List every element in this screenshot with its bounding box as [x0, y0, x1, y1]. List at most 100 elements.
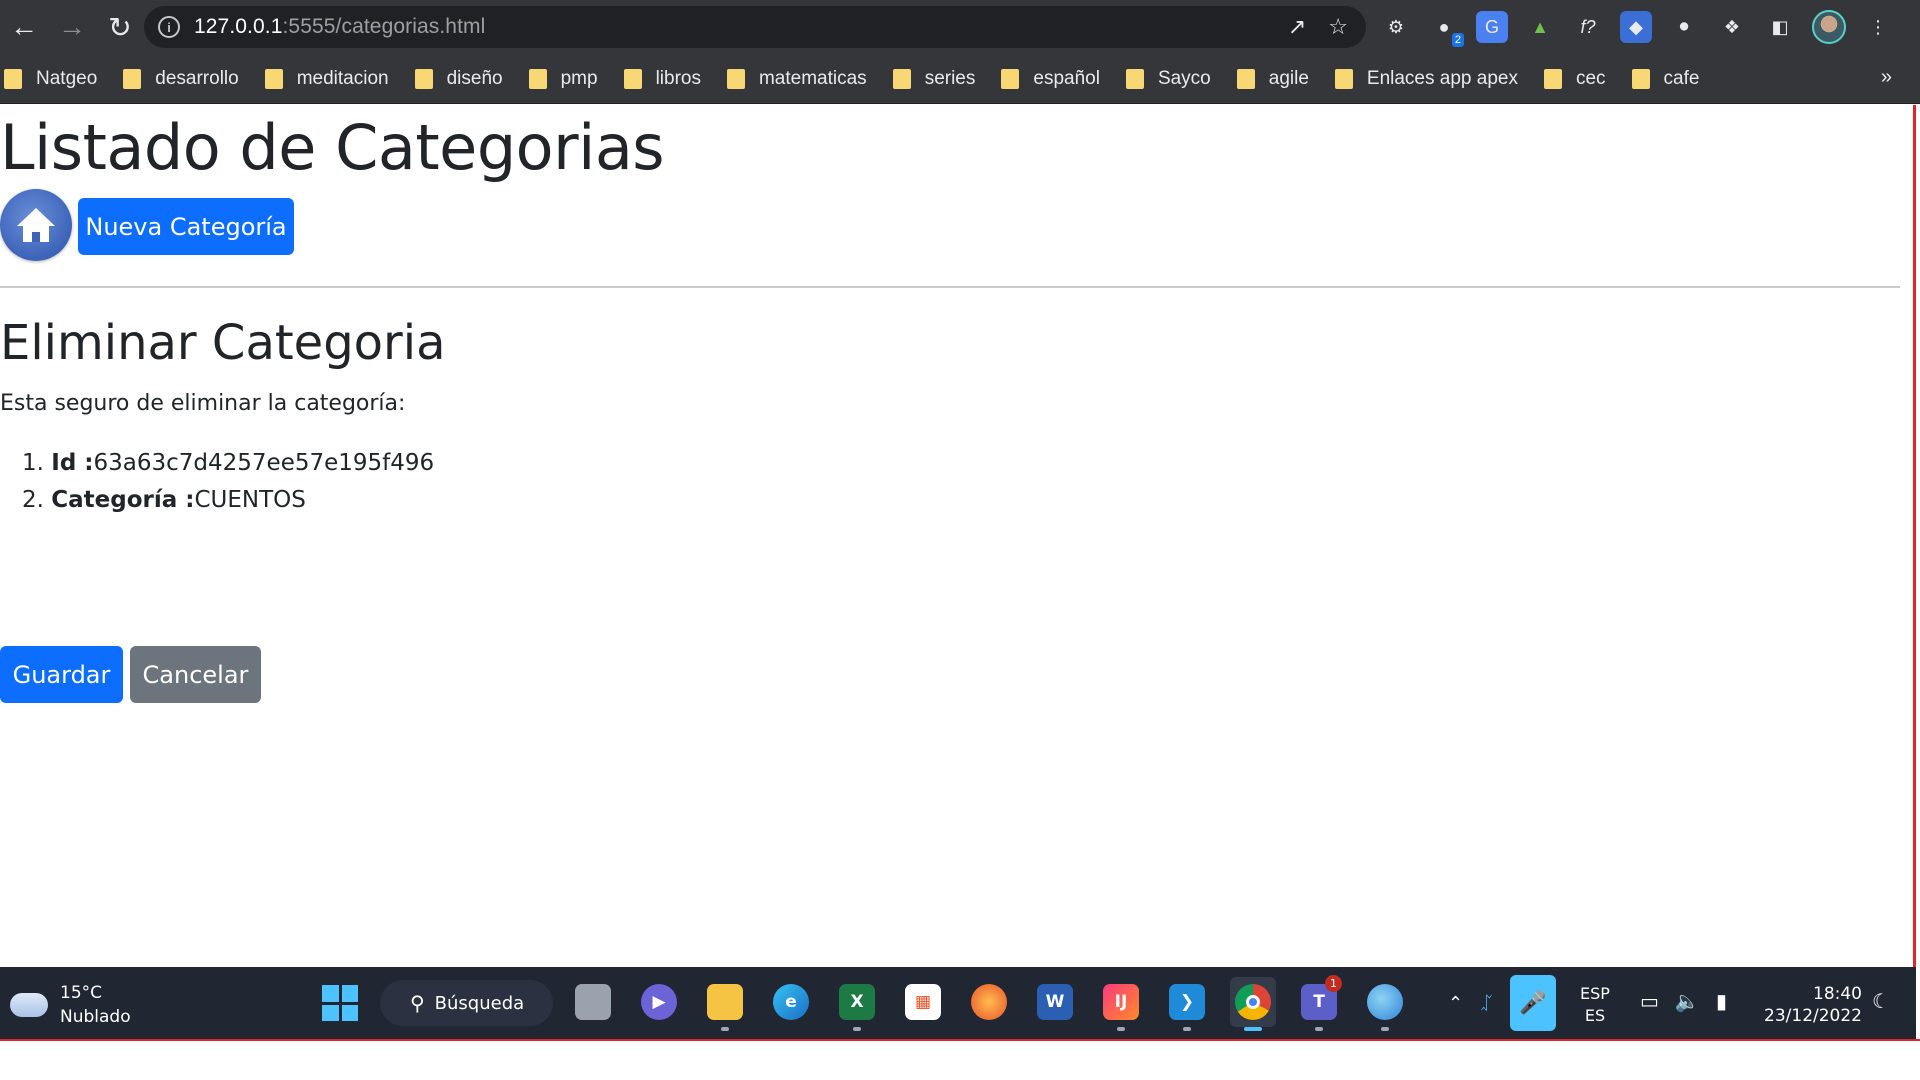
folder-icon — [1236, 68, 1255, 89]
bookmark-folder[interactable]: libros — [623, 67, 701, 90]
new-category-button[interactable]: Nueva Categoría — [78, 198, 294, 255]
running-indicator — [1381, 1027, 1389, 1031]
window-border — [0, 1039, 1920, 1041]
excel-app[interactable]: X — [834, 977, 880, 1031]
bookmark-folder[interactable]: series — [892, 68, 975, 90]
clock[interactable]: 18:40 23/12/2022 — [1764, 983, 1862, 1027]
folder-icon — [707, 984, 743, 1020]
bookmark-folder[interactable]: cafe — [1631, 68, 1699, 90]
page-title: Listado de Categorias — [0, 111, 665, 184]
page-content: Listado de Categorias Nueva Categoría El… — [0, 105, 1916, 967]
menu-kebab-icon[interactable]: ⋮ — [1862, 11, 1894, 43]
bookmark-folder[interactable]: diseño — [414, 67, 503, 90]
dots-extension-icon[interactable]: ⚫ — [1668, 11, 1700, 43]
list-item: 2. Categoría :CUENTOS — [22, 482, 434, 519]
formula-extension-icon[interactable]: f? — [1572, 11, 1604, 43]
excel-icon: X — [839, 984, 875, 1020]
bookmark-label: libros — [655, 67, 701, 89]
folder-icon — [123, 68, 142, 89]
section-title: Eliminar Categoria — [0, 315, 446, 371]
edge-icon: e — [773, 984, 809, 1020]
folder-icon — [892, 68, 911, 89]
task-view-app[interactable] — [570, 977, 616, 1027]
puzzle-extensions-icon[interactable]: ❖ — [1716, 11, 1748, 43]
chrome-icon — [1235, 984, 1271, 1020]
running-indicator — [1244, 1027, 1262, 1031]
bookmark-folder[interactable]: español — [1001, 68, 1100, 90]
status-icons[interactable]: ▭ 🔈 ▮ — [1640, 989, 1727, 1013]
volume-icon: 🔈 — [1674, 989, 1700, 1013]
chrome-app[interactable] — [1230, 977, 1276, 1031]
address-bar[interactable]: i 127.0.0.1:5555/categorias.html ↗ ☆ — [144, 6, 1366, 48]
save-button[interactable]: Guardar — [0, 646, 123, 703]
running-indicator — [1183, 1027, 1191, 1031]
file-explorer-app[interactable] — [702, 977, 748, 1031]
edge-app[interactable]: e — [768, 977, 814, 1027]
bookmark-label: Enlaces app apex — [1366, 67, 1518, 89]
forward-arrow-icon[interactable]: → — [48, 0, 96, 54]
time: 18:40 — [1813, 984, 1862, 1004]
bluetooth-icon[interactable]: ᛢ — [1481, 993, 1492, 1014]
cancel-button[interactable]: Cancelar — [130, 646, 261, 703]
running-indicator — [1315, 1027, 1323, 1031]
taskbar: 15°C Nublado ⚲ Búsqueda ▶ e X ▦ W IJ ❯ T… — [0, 967, 1916, 1039]
bookmark-star-icon[interactable]: ☆ — [1328, 14, 1348, 40]
chevron-up-icon[interactable]: ⌃ — [1448, 993, 1463, 1014]
taskbar-search[interactable]: ⚲ Búsqueda — [380, 980, 553, 1026]
share-icon[interactable]: ↗ — [1288, 14, 1306, 40]
bookmark-folder[interactable]: cec — [1543, 67, 1606, 90]
bookmark-label: Natgeo — [36, 67, 98, 89]
side-panel-icon[interactable]: ◧ — [1764, 11, 1796, 43]
bookmark-label: agile — [1268, 67, 1309, 89]
home-icon[interactable] — [0, 189, 72, 261]
bookmark-folder[interactable]: pmp — [528, 68, 598, 90]
weather-widget[interactable]: 15°C Nublado — [10, 981, 131, 1029]
folder-icon — [1125, 68, 1144, 89]
teams-app[interactable]: T1 — [1296, 975, 1342, 1031]
list-number: 1. — [22, 450, 44, 476]
house-icon — [17, 208, 55, 242]
start-button[interactable] — [322, 985, 358, 1021]
shield-extension-icon[interactable]: ◆ — [1620, 11, 1652, 43]
bookmark-label: cec — [1575, 67, 1606, 89]
bookmarks-overflow-button[interactable]: » — [1881, 66, 1892, 89]
bookmark-folder[interactable]: agile — [1236, 67, 1309, 90]
language-indicator[interactable]: ESP ES — [1580, 983, 1610, 1027]
firefox-app[interactable] — [966, 977, 1012, 1027]
divider — [0, 286, 1900, 288]
language-code: ESP — [1580, 984, 1610, 1003]
back-arrow-icon[interactable]: ← — [0, 0, 48, 54]
site-info-icon[interactable]: i — [158, 16, 180, 38]
teams-chat-app[interactable]: ▶ — [636, 977, 682, 1027]
chat-extension-icon[interactable]: ● 2 — [1428, 11, 1464, 47]
bookmark-folder[interactable]: Sayco — [1125, 68, 1211, 90]
translate-extension-icon[interactable]: G — [1476, 11, 1508, 43]
category-details-list: 1. Id :63a63c7d4257ee57e195f496 2. Categ… — [22, 445, 434, 519]
bookmark-folder[interactable]: Natgeo — [4, 68, 97, 90]
paint-app[interactable] — [1362, 977, 1408, 1031]
bookmark-label: meditacion — [296, 67, 389, 89]
windows-logo-pane — [341, 1004, 358, 1021]
bookmark-folder[interactable]: meditacion — [264, 67, 389, 90]
folder-icon — [4, 68, 22, 89]
vscode-app[interactable]: ❯ — [1164, 977, 1210, 1031]
folder-icon — [623, 68, 642, 89]
bookmark-label: diseño — [446, 67, 503, 89]
url-text[interactable]: 127.0.0.1:5555/categorias.html — [194, 15, 485, 39]
tree-extension-icon[interactable]: ▲ — [1524, 11, 1556, 43]
network-icon: ▭ — [1640, 989, 1659, 1013]
store-app[interactable]: ▦ — [900, 977, 946, 1027]
microphone-icon[interactable]: 🎤 — [1509, 975, 1556, 1031]
focus-moon-icon[interactable]: ☾ — [1872, 989, 1890, 1013]
bookmark-folder[interactable]: desarrollo — [123, 68, 239, 90]
profile-avatar[interactable] — [1812, 10, 1846, 44]
intellij-app[interactable]: IJ — [1098, 977, 1144, 1031]
word-app[interactable]: W — [1032, 977, 1078, 1027]
intellij-icon: IJ — [1103, 984, 1139, 1020]
bookmark-folder[interactable]: Enlaces app apex — [1334, 67, 1518, 90]
settings-extension-icon[interactable]: ⚙ — [1380, 11, 1412, 43]
pinned-apps: ▶ e X ▦ W IJ ❯ T1 — [570, 975, 1408, 1031]
bookmark-folder[interactable]: matematicas — [726, 68, 867, 90]
reload-icon[interactable]: ↻ — [96, 0, 144, 54]
windows-logo-pane — [341, 985, 358, 1002]
